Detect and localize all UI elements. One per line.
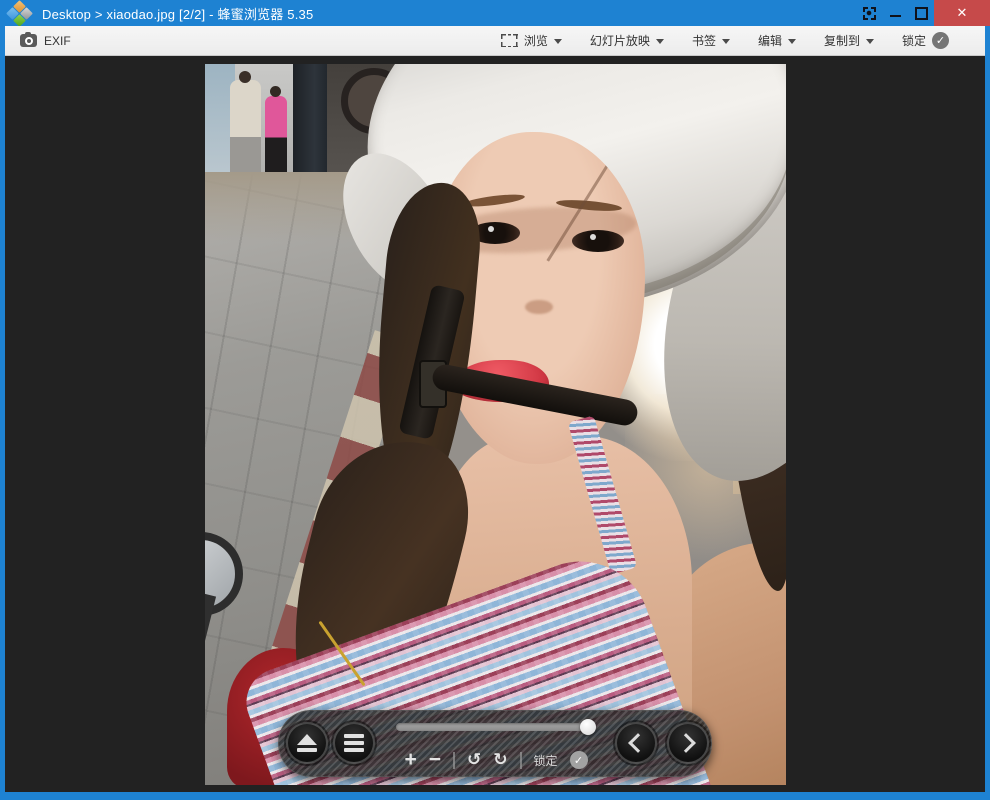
hamburger-icon <box>344 734 364 738</box>
chevron-down-icon <box>722 39 730 44</box>
controlbar-lock-label[interactable]: 锁定 <box>534 752 558 769</box>
window-title: Desktop > xiaodao.jpg [2/2] - 蜂蜜浏览器 5.35 <box>42 4 313 23</box>
lock-label: 锁定 <box>902 32 926 49</box>
next-image-button[interactable] <box>667 722 709 764</box>
viewer-controlbar: + − ↺ ↻ 锁定 ✓ <box>278 710 712 777</box>
menu-bookmark[interactable]: 书签 <box>690 29 732 52</box>
slider-thumb[interactable] <box>580 719 596 735</box>
check-icon[interactable]: ✓ <box>570 751 588 769</box>
menu-slideshow[interactable]: 幻灯片放映 <box>588 29 666 52</box>
previous-image-button[interactable] <box>615 722 657 764</box>
fullscreen-icon <box>863 7 876 20</box>
chevron-down-icon <box>866 39 874 44</box>
toolbar-menus: 浏览 幻灯片放映 书签 编辑 复制到 锁定 ✓ <box>499 26 985 55</box>
menu-copy-to[interactable]: 复制到 <box>822 29 876 52</box>
toolbar: EXIF 浏览 幻灯片放映 书签 编辑 复制到 锁定 ✓ <box>5 26 985 56</box>
photo-pedestrian <box>230 80 261 178</box>
titlebar: Desktop > xiaodao.jpg [2/2] - 蜂蜜浏览器 5.35… <box>0 0 990 26</box>
maximize-button[interactable] <box>908 0 934 26</box>
check-icon: ✓ <box>932 32 949 49</box>
menu-browse-label: 浏览 <box>524 32 548 49</box>
zoom-out-button[interactable]: − <box>429 750 441 770</box>
photo-pedestrian <box>265 96 287 176</box>
chevron-down-icon <box>656 39 664 44</box>
photo-image[interactable] <box>205 64 786 785</box>
chevron-right-icon <box>676 733 696 753</box>
rotate-left-button[interactable]: ↺ <box>467 750 481 770</box>
minimize-icon <box>890 15 901 17</box>
photo-eye <box>572 230 624 252</box>
menu-button[interactable] <box>333 722 375 764</box>
controlbar-tools: + − ↺ ↻ 锁定 ✓ <box>391 747 601 773</box>
close-icon: ✕ <box>957 5 968 21</box>
browse-icon <box>501 34 518 47</box>
chevron-left-icon <box>628 733 648 753</box>
menu-browse[interactable]: 浏览 <box>499 29 564 52</box>
rotate-right-button[interactable]: ↻ <box>493 750 507 770</box>
photo-nose <box>525 300 553 314</box>
lock-toggle[interactable]: 锁定 ✓ <box>900 29 951 52</box>
maximize-icon <box>915 7 928 20</box>
exif-button[interactable]: EXIF <box>15 31 76 51</box>
position-slider[interactable] <box>396 723 594 731</box>
menu-slideshow-label: 幻灯片放映 <box>590 32 650 49</box>
zoom-in-button[interactable]: + <box>404 750 416 770</box>
divider <box>453 752 455 769</box>
menu-copy-to-label: 复制到 <box>824 32 860 49</box>
fullscreen-button[interactable] <box>856 0 882 26</box>
chevron-down-icon <box>554 39 562 44</box>
eject-button[interactable] <box>286 722 328 764</box>
exif-label: EXIF <box>44 34 71 48</box>
menu-edit[interactable]: 编辑 <box>756 29 798 52</box>
window-controls: ✕ <box>856 0 990 26</box>
close-button[interactable]: ✕ <box>934 0 990 26</box>
app-logo-icon <box>8 1 32 25</box>
divider <box>520 752 522 769</box>
chevron-down-icon <box>788 39 796 44</box>
menu-edit-label: 编辑 <box>758 32 782 49</box>
viewer-canvas: + − ↺ ↻ 锁定 ✓ <box>5 56 985 792</box>
menu-bookmark-label: 书签 <box>692 32 716 49</box>
eject-icon <box>297 734 317 745</box>
camera-icon <box>20 34 37 47</box>
minimize-button[interactable] <box>882 0 908 26</box>
